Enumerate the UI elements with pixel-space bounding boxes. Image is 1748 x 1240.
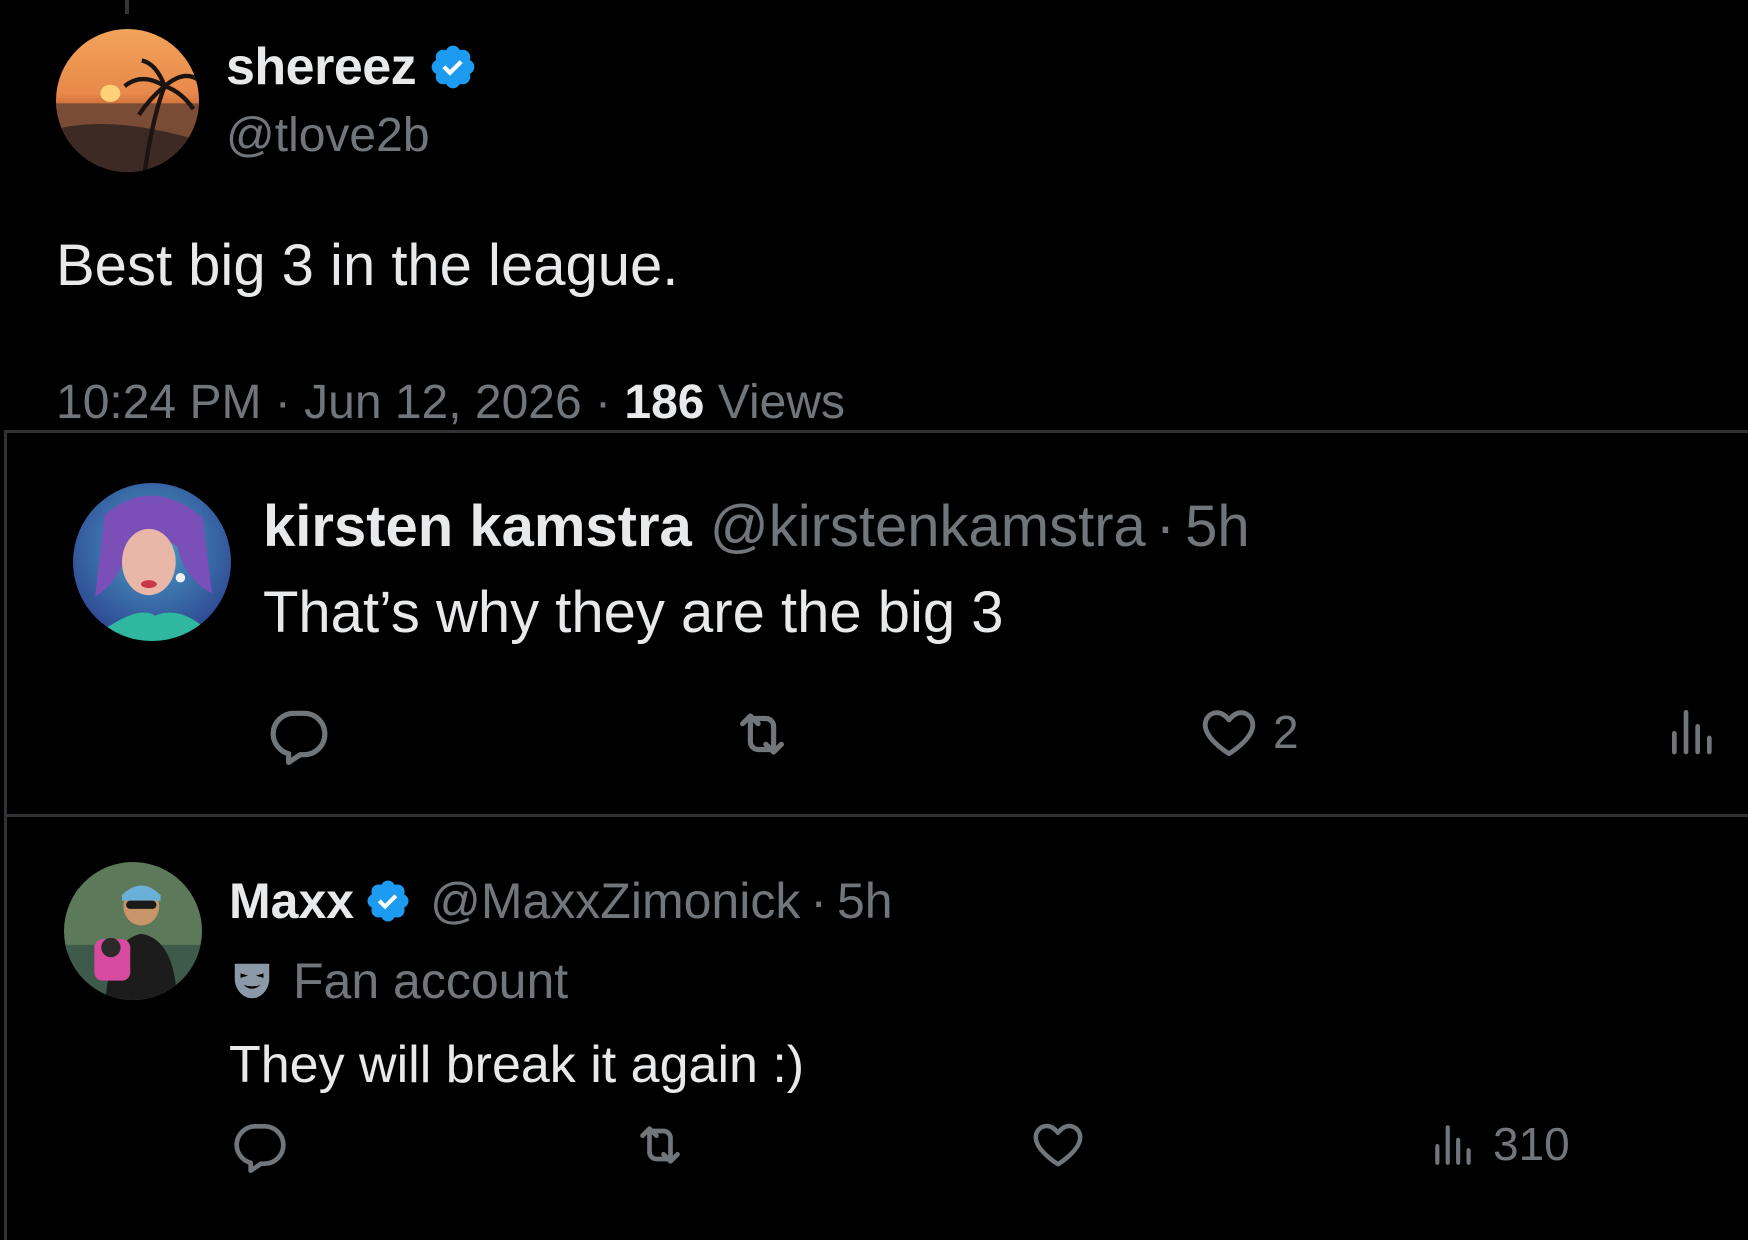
reply-header: Maxx @MaxxZimonick · 5h [229,869,893,933]
verified-badge-icon[interactable] [428,42,478,92]
reply-handle[interactable]: @kirstenkamstra [710,493,1146,560]
reply-handle[interactable]: @MaxxZimonick [430,872,800,930]
meta-separator: · [595,376,612,429]
reply-display-name[interactable]: kirsten kamstra [263,493,692,560]
avatar[interactable] [64,862,202,1000]
avatar-image [56,29,199,172]
views-count: 310 [1493,1118,1570,1170]
like-count: 2 [1273,706,1299,758]
views-button[interactable] [1663,703,1723,759]
retweet-button[interactable] [725,703,799,765]
avatar[interactable] [56,29,199,172]
verified-badge-icon[interactable] [364,877,412,925]
reply-button[interactable] [265,703,333,765]
reply-button[interactable] [229,1117,291,1173]
heart-icon [1033,1123,1083,1167]
reply-header: kirsten kamstra @kirstenkamstra · 5h [263,491,1250,561]
heart-icon [1202,710,1256,757]
views-label: Views [717,376,845,429]
retweet-button[interactable] [627,1117,693,1173]
views-button[interactable]: 310 [1427,1117,1570,1171]
author-display-name[interactable]: shereez [226,37,417,97]
retweet-icon [640,1126,680,1164]
reply-icon [234,1124,286,1173]
action-bar: 310 [7,1117,1748,1187]
meta-separator: · [1155,493,1176,559]
post-time[interactable]: 10:24 PM [56,376,261,429]
author-name-row: shereez [226,36,478,98]
avatar[interactable] [73,483,231,641]
meta-separator: · [274,376,291,429]
fan-account-label: Fan account [229,952,568,1010]
avatar-image [64,862,202,1000]
reply-display-name[interactable]: Maxx [229,872,354,930]
author-handle[interactable]: @tlove2b [226,108,430,163]
reply-text: That’s why they are the big 3 [263,580,1004,645]
reply-card[interactable]: Maxx @MaxxZimonick · 5h Fan account They… [4,814,1748,1240]
avatar-image [73,483,231,641]
fan-account-text: Fan account [293,953,569,1009]
post-meta: 10:24 PM · Jun 12, 2026 · 186 Views [56,375,845,430]
views-icon [1435,1125,1471,1165]
mask-icon [234,963,270,999]
main-post: shereez @tlove2b Best big 3 in the leagu… [0,0,1748,430]
views-count: 186 [624,376,705,429]
like-button[interactable]: 2 [1197,703,1299,761]
reply-time[interactable]: 5h [837,872,893,930]
reply-icon [270,710,328,765]
like-button[interactable] [1029,1117,1087,1171]
meta-separator: · [810,873,827,929]
post-date[interactable]: Jun 12, 2026 [304,376,582,429]
post-text: Best big 3 in the league. [56,233,679,298]
action-bar: 2 [7,703,1748,773]
views-icon [1672,710,1712,755]
reply-time[interactable]: 5h [1185,493,1250,560]
reply-text: They will break it again :) [229,1036,805,1094]
reply-card[interactable]: kirsten kamstra @kirstenkamstra · 5h Tha… [4,430,1748,815]
retweet-icon [740,713,784,755]
thread-page: shereez @tlove2b Best big 3 in the leagu… [0,0,1748,1240]
